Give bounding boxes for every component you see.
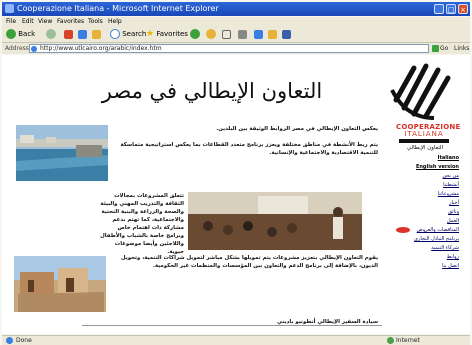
sidebar-title: التعاون الإيطالي: [406, 145, 444, 151]
mail-icon: [222, 29, 231, 39]
edit-button[interactable]: [254, 28, 263, 40]
ie-app-icon: [5, 4, 14, 13]
logo-text-line2: ITALIANA: [404, 130, 444, 138]
toolbar: Back Search ★ Favorites: [2, 27, 470, 43]
nav-italiano[interactable]: Italiano: [393, 154, 459, 163]
go-label: Go: [440, 45, 449, 52]
address-label: Address: [5, 45, 29, 52]
minimize-button[interactable]: _: [434, 4, 444, 14]
menu-file[interactable]: File: [6, 17, 16, 27]
photo-dam: [16, 125, 108, 181]
status-page-icon: [6, 337, 13, 344]
address-url: http://www.utlcairo.org/arabic/index.htm: [40, 45, 162, 52]
address-input[interactable]: http://www.utlcairo.org/arabic/index.htm: [29, 44, 429, 53]
new-badge-icon: [396, 227, 410, 233]
intro-text: يعكس التعاون الإيطالي في مصر الروابط الو…: [216, 126, 378, 132]
window-title: Cooperazione Italiana - Microsoft Intern…: [17, 4, 219, 13]
refresh-button[interactable]: [78, 28, 87, 40]
messenger-icon: [268, 29, 277, 39]
history-icon: [206, 29, 216, 39]
print-button[interactable]: [238, 28, 247, 40]
maximize-button[interactable]: □: [446, 4, 456, 14]
edit-icon: [254, 29, 263, 39]
home-button[interactable]: [92, 28, 101, 40]
messenger-button[interactable]: [268, 28, 277, 40]
media-button[interactable]: [190, 28, 200, 40]
sidebar-nav: Italiano English version من نحن أنشطتنا …: [393, 154, 459, 271]
stop-icon: [64, 29, 73, 39]
body-text-1: يتم ربط الأنشطة في مناطق مختلفة ويعزز بر…: [120, 142, 378, 156]
favorites-button[interactable]: ★ Favorites: [146, 28, 188, 40]
discuss-icon: [282, 29, 291, 39]
menu-help[interactable]: Help: [108, 17, 122, 27]
nav-news[interactable]: أخبار: [393, 199, 459, 208]
back-button[interactable]: Back: [6, 28, 35, 40]
zone-label: Internet: [396, 337, 420, 344]
footer-divider: [82, 325, 382, 326]
logo-divider: [399, 139, 449, 143]
search-icon: [110, 29, 120, 39]
links-button[interactable]: Links: [454, 43, 469, 54]
discuss-button[interactable]: [282, 28, 291, 40]
nav-projects[interactable]: مشروعاتنا: [393, 190, 459, 199]
nav-partners[interactable]: شركاء التنمية: [393, 244, 459, 253]
title-bar: Cooperazione Italiana - Microsoft Intern…: [2, 2, 470, 16]
nav-trade-program[interactable]: برنامج التبادل التجاري: [393, 235, 459, 244]
menu-favorites[interactable]: Favorites: [57, 17, 84, 27]
home-icon: [92, 29, 101, 39]
browser-window: Cooperazione Italiana - Microsoft Intern…: [0, 0, 472, 345]
menu-view[interactable]: View: [38, 17, 52, 27]
page-title: التعاون الإيطالي في مصر: [101, 79, 323, 103]
forward-arrow-icon: [46, 29, 56, 39]
nav-contact[interactable]: اتصل بنا: [393, 262, 459, 271]
stop-button[interactable]: [64, 28, 73, 40]
print-icon: [238, 29, 247, 39]
nav-links[interactable]: روابط: [393, 253, 459, 262]
search-button[interactable]: Search: [110, 28, 146, 40]
page-icon: [31, 46, 37, 52]
status-text: Done: [16, 337, 32, 344]
cooperazione-logo-icon: [390, 63, 451, 120]
close-button[interactable]: ×: [458, 4, 468, 14]
nav-english[interactable]: English version: [393, 163, 459, 172]
refresh-icon: [78, 29, 87, 39]
status-bar: Done Internet: [2, 335, 470, 345]
star-icon: ★: [146, 29, 155, 39]
nav-about[interactable]: من نحن: [393, 172, 460, 181]
go-button[interactable]: Go: [432, 44, 452, 53]
photo-classroom: [188, 192, 362, 250]
history-button[interactable]: [206, 28, 216, 40]
nav-activities[interactable]: أنشطتنا: [393, 181, 459, 190]
search-label: Search: [122, 30, 147, 38]
menu-bar: File Edit View Favorites Tools Help: [2, 17, 470, 27]
photo-village: [14, 256, 106, 312]
body-text-2: تتعلق المشروعات بمجالات الثقافة والتدريب…: [100, 193, 184, 255]
media-icon: [190, 29, 200, 39]
nav-jobs[interactable]: العمل: [393, 217, 459, 226]
security-zone: Internet: [387, 336, 420, 345]
back-arrow-icon: [6, 29, 16, 39]
nav-documents[interactable]: وثائق: [393, 208, 459, 217]
globe-icon: [387, 337, 394, 344]
back-label: Back: [18, 30, 36, 38]
address-bar: Address http://www.utlcairo.org/arabic/i…: [2, 43, 470, 54]
forward-button[interactable]: [46, 28, 56, 40]
mail-button[interactable]: [222, 28, 231, 40]
page-content: COOPERAZIONE ITALIANA التعاون الإيطالي I…: [2, 55, 470, 334]
go-arrow-icon: [432, 45, 439, 52]
body-text-3: يقوم التعاون الإيطالي بتعزيز مشروعات يتم…: [120, 255, 378, 269]
menu-edit[interactable]: Edit: [22, 17, 34, 27]
menu-tools[interactable]: Tools: [88, 17, 103, 27]
favorites-label: Favorites: [156, 30, 188, 38]
